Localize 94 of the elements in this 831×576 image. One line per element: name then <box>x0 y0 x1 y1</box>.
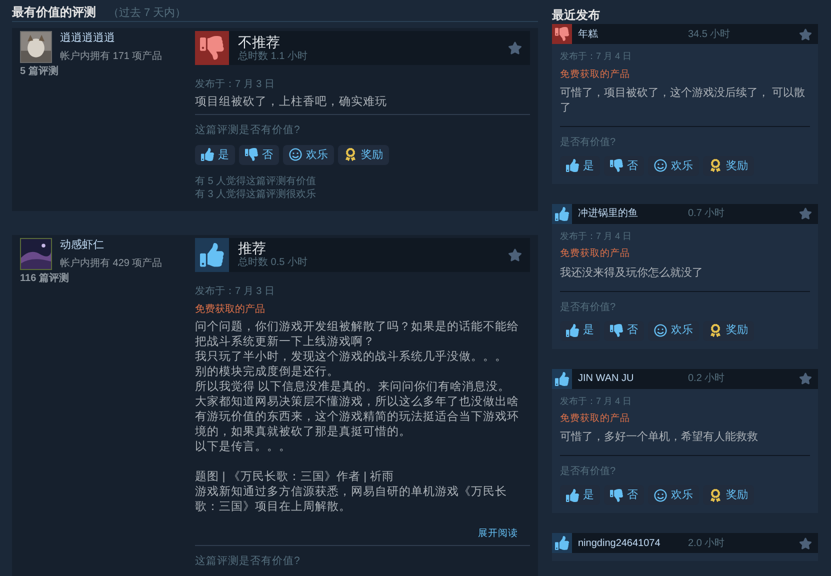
vote-button[interactable]: 否 <box>604 320 644 340</box>
posted-date: 发布于：7 月 3 日 <box>195 78 276 92</box>
verdict-label: 不推荐 <box>238 34 281 50</box>
author-link[interactable]: 冲进锅里的鱼 <box>578 206 688 222</box>
helpful-prompt: 是否有价值? <box>560 300 617 314</box>
helpful-prompt: 是否有价值? <box>560 136 617 150</box>
review-paragraph: 问个问题，你们游戏开发组被解散了吗？如果是的话能不能给把战斗系统更新一下上线游戏啊？ <box>195 320 520 350</box>
free-product-label: 免费获取的产品 <box>560 412 631 426</box>
owned-products: 帐户内拥有 429 项产品 <box>60 256 162 271</box>
award-icon <box>709 159 722 172</box>
review-paragraph: 大家都知道网易决策层不懂游戏，所以这么多年了也没做出啥有游玩价值的东西来，这个游戏精简的玩法挺适合当下游戏环境的，如果真就被砍了那是真挺可惜的。 <box>195 394 520 440</box>
vote-button[interactable]: 是 <box>560 320 600 340</box>
thumbs-down-icon <box>610 159 623 172</box>
thumbs-up-icon <box>201 148 214 162</box>
review-paragraph: 题图 | 《万民长歌：三国》作者 | 祈雨 <box>195 470 395 485</box>
review-count: 5 篇评测 <box>20 64 60 79</box>
thumbs-up-icon <box>552 533 572 554</box>
award-icon <box>709 324 722 337</box>
vote-button[interactable]: 否 <box>604 485 644 506</box>
posted-date: 发布于：7 月 4 日 <box>560 50 633 63</box>
section-title: 最近发布 <box>552 8 600 22</box>
vote-button[interactable]: 是 <box>560 156 600 176</box>
helpful-prompt: 这篇评测是否有价值? <box>195 123 301 138</box>
thumbs-down-icon <box>245 148 258 162</box>
free-product-label: 免费获取的产品 <box>195 302 266 317</box>
read-more-link[interactable]: 展开阅读 <box>478 526 518 541</box>
review-text: 可惜了，项目被砍了，这个游戏没后续了， 可以散了 <box>560 86 806 116</box>
posted-date: 发布于：7 月 4 日 <box>560 230 633 243</box>
review-paragraph: 别的模块完成度倒是还行。 <box>195 364 340 380</box>
review-text: 我还没来得及玩你怎么就没了 <box>560 266 704 280</box>
thumbs-up-icon <box>566 324 579 337</box>
section-subtitle: （过去 7 天内） <box>108 6 186 21</box>
vote-button[interactable]: 欢乐 <box>283 144 334 165</box>
vote-button[interactable]: 奖励 <box>703 485 754 506</box>
star-icon[interactable] <box>799 372 812 385</box>
author-link[interactable]: JIN WAN JU <box>578 371 688 386</box>
playtime: 总时数 1.1 小时 <box>238 50 308 62</box>
author-link[interactable]: 逍逍逍逍逍 <box>60 31 162 45</box>
thumbs-down-icon <box>610 324 623 337</box>
thumbs-up-icon <box>195 238 229 272</box>
playtime: 34.5 小时 <box>688 28 732 42</box>
vote-button[interactable]: 否 <box>239 144 279 165</box>
vote-button[interactable]: 奖励 <box>703 156 754 176</box>
playtime: 总时数 0.5 小时 <box>238 257 308 270</box>
smiley-icon <box>289 148 302 162</box>
playtime: 0.2 小时 <box>688 372 726 386</box>
vote-button[interactable]: 否 <box>604 156 644 176</box>
review-paragraph: 我只玩了半小时，发现这个游戏的战斗系统几乎没做。。。 <box>195 350 508 365</box>
free-product-label: 免费获取的产品 <box>560 68 631 82</box>
verdict-label: 推荐 <box>238 240 267 256</box>
thumbs-up-icon <box>566 159 579 172</box>
author-link[interactable]: 年糕 <box>578 26 688 42</box>
star-icon[interactable] <box>799 536 812 550</box>
award-icon <box>344 148 357 162</box>
posted-date: 发布于：7 月 4 日 <box>560 394 633 408</box>
review-paragraph: 项目组被砍了，上柱香吧，确实难玩 <box>195 95 388 110</box>
star-icon[interactable] <box>799 28 812 40</box>
section-title: 最有价值的评测 <box>12 4 96 21</box>
review-paragraph: 以下是传言。。。 <box>195 440 292 455</box>
free-product-label: 免费获取的产品 <box>560 247 631 262</box>
review-paragraph: 所以我觉得 以下信息没准是真的。来问问你们有啥消息没。 <box>195 380 512 395</box>
star-icon[interactable] <box>799 207 812 220</box>
review-count: 116 篇评测 <box>20 272 70 286</box>
smiley-icon <box>654 324 667 337</box>
author-link[interactable]: ningding24641074 <box>578 536 688 551</box>
review-text: 可惜了，多好一个单机，希望有人能救救 <box>560 430 759 446</box>
thumbs-down-icon <box>195 31 229 65</box>
vote-stat: 有 3 人觉得这篇评测很欢乐 <box>195 188 318 201</box>
thumbs-down-icon <box>610 488 623 502</box>
thumbs-up-icon <box>552 204 572 224</box>
vote-button[interactable]: 欢乐 <box>648 485 699 506</box>
star-icon[interactable] <box>508 41 522 55</box>
thumbs-up-icon <box>552 368 572 388</box>
playtime: 2.0 小时 <box>688 536 726 551</box>
posted-date: 发布于：7 月 3 日 <box>195 284 276 299</box>
smiley-icon <box>654 488 667 502</box>
vote-button[interactable]: 是 <box>560 485 600 506</box>
helpful-prompt: 是否有价值? <box>560 465 617 480</box>
owned-products: 帐户内拥有 171 项产品 <box>60 50 162 64</box>
smiley-icon <box>654 159 667 172</box>
thumbs-down-icon <box>552 24 572 44</box>
award-icon <box>709 488 722 502</box>
author-link[interactable]: 动感虾仁 <box>60 238 162 252</box>
vote-button[interactable]: 欢乐 <box>648 156 699 176</box>
playtime: 0.7 小时 <box>688 206 726 222</box>
thumbs-up-icon <box>566 488 579 502</box>
vote-button[interactable]: 欢乐 <box>648 320 699 340</box>
vote-button[interactable]: 是 <box>195 144 235 165</box>
vote-button[interactable]: 奖励 <box>703 320 754 340</box>
vote-stat: 有 5 人觉得这篇评测有价值 <box>195 174 318 188</box>
star-icon[interactable] <box>508 248 522 262</box>
helpful-prompt: 这篇评测是否有价值? <box>195 554 301 569</box>
review-paragraph: 游戏新知通过多方信源获悉，网易自研的单机游戏《万民长歌：三国》项目在上周解散。 <box>195 484 508 515</box>
vote-button[interactable]: 奖励 <box>338 144 389 165</box>
